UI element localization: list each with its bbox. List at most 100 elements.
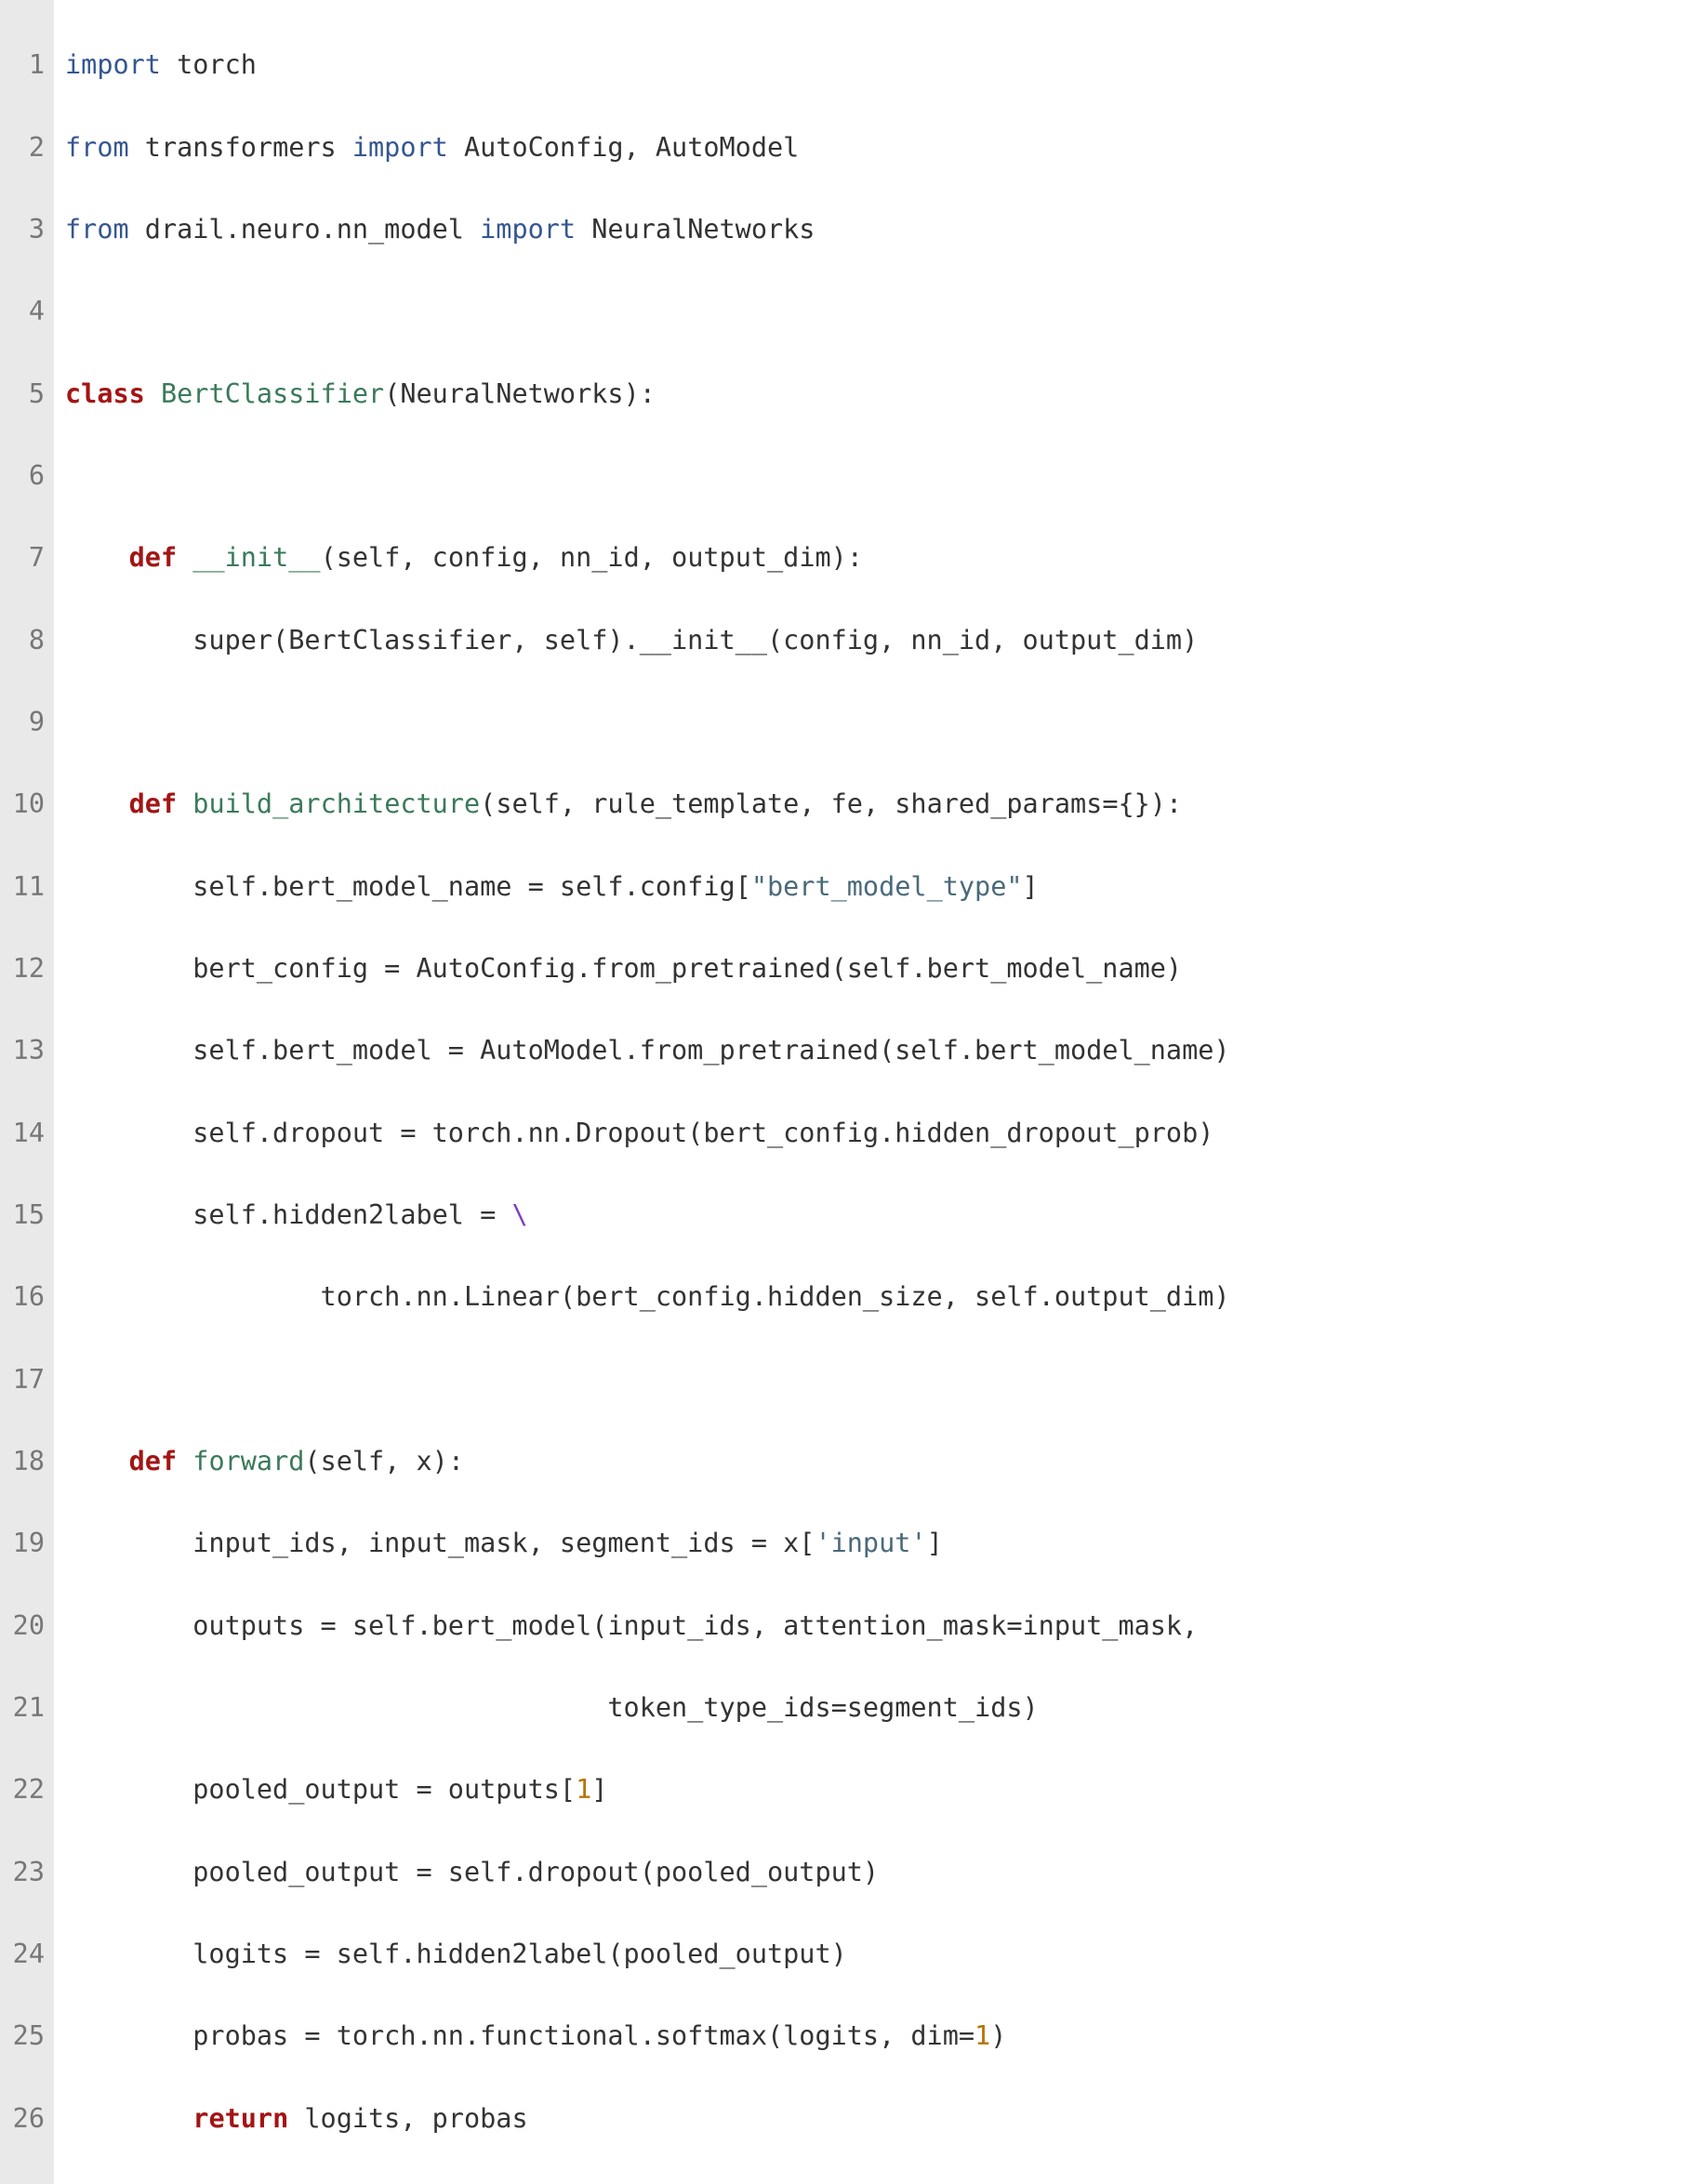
keyword-import: import [480, 214, 576, 245]
code-text [65, 1446, 129, 1476]
code-line: logits = self.hidden2label(pooled_output… [65, 1934, 1684, 1975]
code-line: probas = torch.nn.functional.softmax(log… [65, 2016, 1684, 2057]
code-text: bert_config = AutoConfig.from_pretrained… [65, 953, 1182, 984]
line-number: 5 [6, 374, 45, 415]
line-number: 16 [6, 1277, 45, 1317]
code-text: logits = self.hidden2label(pooled_output… [65, 1939, 847, 1969]
code-text: (self, config, nn_id, output_dim): [321, 542, 863, 573]
code-line: def forward(self, x): [65, 1441, 1684, 1482]
code-text: NeuralNetworks [576, 214, 815, 245]
line-number: 18 [6, 1441, 45, 1482]
code-text: super(BertClassifier, self).__init__(con… [65, 625, 1198, 655]
number-literal: 1 [576, 1774, 591, 1805]
line-number: 2 [6, 127, 45, 168]
line-number: 17 [6, 1359, 45, 1400]
code-text: token_type_ids=segment_ids) [65, 1692, 1039, 1723]
code-text: AutoConfig, AutoModel [448, 132, 800, 163]
code-text: ) [990, 2020, 1006, 2051]
code-line [65, 1359, 1684, 1400]
code-text: outputs = self.bert_model(input_ids, att… [65, 1610, 1198, 1641]
code-line: class BertClassifier(NeuralNetworks): [65, 374, 1684, 415]
line-continuation: \ [511, 1199, 527, 1230]
line-number: 23 [6, 1852, 45, 1893]
code-line: from transformers import AutoConfig, Aut… [65, 127, 1684, 168]
line-number: 24 [6, 1934, 45, 1975]
keyword-import: import [352, 132, 448, 163]
code-text [65, 542, 129, 573]
line-number: 7 [6, 537, 45, 578]
code-text: pooled_output = self.dropout(pooled_outp… [65, 1857, 879, 1887]
code-area[interactable]: import torch from transformers import Au… [54, 0, 1684, 2184]
line-number: 4 [6, 291, 45, 332]
code-text: ] [1023, 871, 1039, 902]
code-text: ] [591, 1774, 607, 1805]
keyword-class: class [65, 378, 145, 409]
code-text: (self, rule_template, fe, shared_params=… [480, 788, 1182, 819]
code-line: def build_architecture(self, rule_templa… [65, 784, 1684, 825]
code-text: (self, x): [304, 1446, 464, 1476]
code-line: super(BertClassifier, self).__init__(con… [65, 620, 1684, 661]
line-number: 25 [6, 2016, 45, 2057]
code-line [65, 291, 1684, 332]
line-number: 22 [6, 1769, 45, 1810]
keyword-def: def [129, 1446, 177, 1476]
code-text [177, 1446, 192, 1476]
code-text [65, 788, 129, 819]
code-text: self.bert_model_name = self.config[ [65, 871, 751, 902]
line-number: 15 [6, 1195, 45, 1236]
string-literal: "bert_model_type" [751, 871, 1023, 902]
code-text [65, 2103, 192, 2134]
code-line: bert_config = AutoConfig.from_pretrained… [65, 948, 1684, 989]
function-name: forward [192, 1446, 304, 1476]
line-number: 6 [6, 456, 45, 496]
code-text: drail.neuro.nn_model [129, 214, 481, 245]
line-number: 8 [6, 620, 45, 661]
code-text: (NeuralNetworks): [384, 378, 656, 409]
line-number: 13 [6, 1030, 45, 1071]
code-line: outputs = self.bert_model(input_ids, att… [65, 1606, 1684, 1647]
keyword-from: from [65, 214, 129, 245]
code-line: self.bert_model_name = self.config["bert… [65, 867, 1684, 907]
line-number-gutter: 1 2 3 4 5 6 7 8 9 10 11 12 13 14 15 16 1… [0, 0, 54, 2184]
code-text: transformers [129, 132, 352, 163]
line-number: 1 [6, 45, 45, 86]
code-text: self.dropout = torch.nn.Dropout(bert_con… [65, 1118, 1213, 1148]
code-line [65, 702, 1684, 743]
class-name: BertClassifier [161, 378, 384, 409]
line-number: 14 [6, 1113, 45, 1154]
function-name: build_architecture [192, 788, 480, 819]
code-line: return logits, probas [65, 2098, 1684, 2139]
code-text [177, 542, 192, 573]
code-text: ] [927, 1528, 943, 1558]
line-number: 9 [6, 702, 45, 743]
code-text: self.bert_model = AutoModel.from_pretrai… [65, 1035, 1230, 1066]
code-text: probas = torch.nn.functional.softmax(log… [65, 2020, 975, 2051]
line-number: 20 [6, 1606, 45, 1647]
line-number: 21 [6, 1688, 45, 1728]
code-line: torch.nn.Linear(bert_config.hidden_size,… [65, 1277, 1684, 1317]
function-name: __init__ [192, 542, 320, 573]
keyword-from: from [65, 132, 129, 163]
code-line: def __init__(self, config, nn_id, output… [65, 537, 1684, 578]
code-line: self.dropout = torch.nn.Dropout(bert_con… [65, 1113, 1684, 1154]
code-text [145, 378, 161, 409]
code-text: input_ids, input_mask, segment_ids = x[ [65, 1528, 815, 1558]
code-line: input_ids, input_mask, segment_ids = x['… [65, 1523, 1684, 1564]
keyword-import: import [65, 49, 161, 80]
code-text: torch [161, 49, 257, 80]
code-line: from drail.neuro.nn_model import NeuralN… [65, 209, 1684, 250]
number-literal: 1 [975, 2020, 990, 2051]
code-line: pooled_output = outputs[1] [65, 1769, 1684, 1810]
keyword-def: def [129, 542, 177, 573]
keyword-return: return [192, 2103, 288, 2134]
code-line: import torch [65, 45, 1684, 86]
line-number: 19 [6, 1523, 45, 1564]
line-number: 3 [6, 209, 45, 250]
code-line: pooled_output = self.dropout(pooled_outp… [65, 1852, 1684, 1893]
keyword-def: def [129, 788, 177, 819]
line-number: 26 [6, 2098, 45, 2139]
code-text: logits, probas [288, 2103, 527, 2134]
line-number: 10 [6, 784, 45, 825]
line-number: 11 [6, 867, 45, 907]
code-text [177, 788, 192, 819]
